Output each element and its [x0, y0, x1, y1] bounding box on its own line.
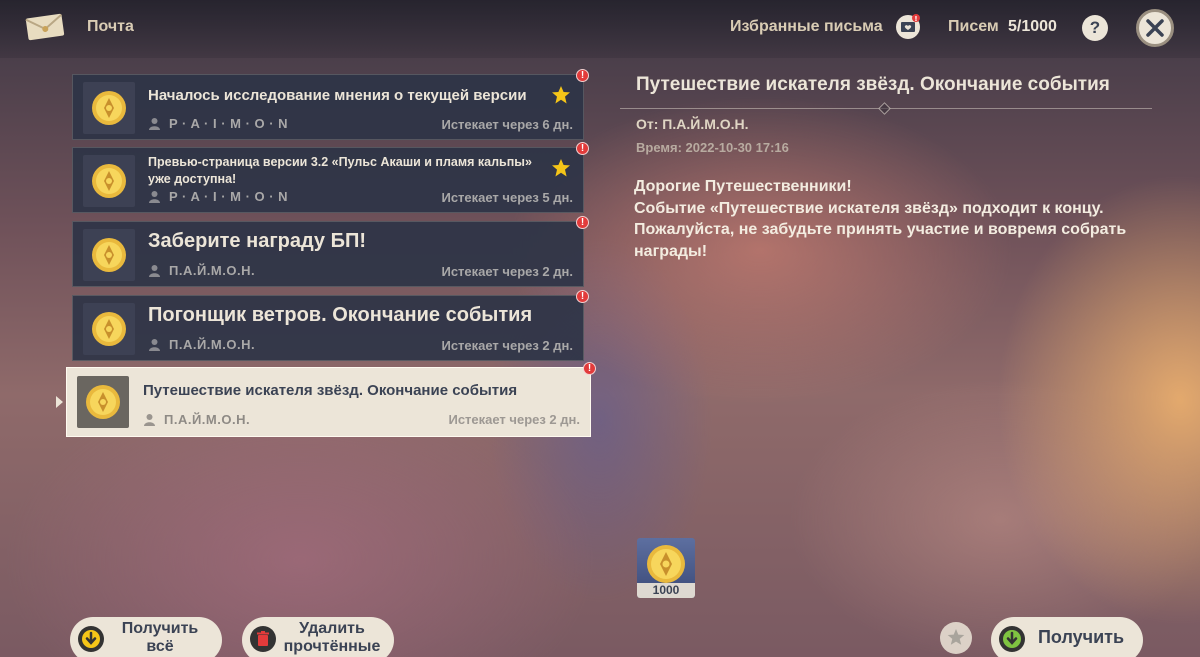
- download-icon: [78, 626, 104, 652]
- mail-sender: P · A · I · M · O · N: [148, 189, 288, 204]
- mail-expiry: Истекает через 5 дн.: [441, 190, 573, 205]
- mail-thumbnail: [77, 376, 129, 428]
- mail-expiry: Истекает через 6 дн.: [441, 117, 573, 132]
- unread-badge: !: [576, 290, 589, 303]
- mail-subject: Превью-страница версии 3.2 «Пульс Акаши …: [148, 155, 532, 186]
- mail-thumbnail: [83, 303, 135, 355]
- envelope-icon: [25, 13, 65, 41]
- star-icon[interactable]: [551, 158, 571, 178]
- claim-all-button[interactable]: Получить всё: [70, 617, 222, 657]
- star-icon[interactable]: [551, 85, 571, 105]
- person-icon: [144, 414, 155, 426]
- mail-item[interactable]: Началось исследование мнения о текущей в…: [72, 69, 589, 140]
- mail-body-text: Событие «Путешествие искателя звёзд» под…: [634, 199, 1127, 260]
- close-icon: [1146, 19, 1164, 37]
- mail-detail-time: Время: 2022-10-30 17:16: [636, 140, 789, 155]
- mail-expiry: Истекает через 2 дн.: [441, 338, 573, 353]
- favorites-button[interactable]: !: [895, 14, 921, 40]
- mail-sender: П.А.Й.М.О.Н.: [148, 263, 255, 278]
- mora-coin-icon: [92, 312, 126, 346]
- unread-badge: !: [583, 362, 596, 375]
- mail-sender-name: П.А.Й.М.О.Н.: [164, 412, 251, 427]
- person-icon: [149, 339, 160, 351]
- mail-detail-from: От: П.А.Й.М.О.Н.: [636, 116, 749, 132]
- mora-coin-icon: [86, 385, 120, 419]
- delete-read-label: Удалить прочтённые: [283, 620, 381, 655]
- favorite-toggle-button[interactable]: [940, 622, 972, 654]
- mora-coin-icon: [647, 545, 685, 583]
- mail-item[interactable]: Заберите награду БП! П.А.Й.М.О.Н. Истека…: [72, 216, 589, 287]
- mail-thumbnail: [83, 155, 135, 207]
- unread-badge: !: [576, 69, 589, 82]
- mail-subject: Началось исследование мнения о текущей в…: [148, 87, 527, 104]
- mail-detail-body: Дорогие Путешественники! Событие «Путеше…: [634, 176, 1134, 262]
- mail-sender: P · A · I · M · O · N: [148, 116, 288, 131]
- mora-coin-icon: [92, 164, 126, 198]
- mail-count-label: Писем: [948, 18, 999, 35]
- help-button[interactable]: ?: [1082, 15, 1108, 41]
- favorites-label[interactable]: Избранные письма: [730, 18, 883, 36]
- attachment-count: 1000: [637, 583, 695, 598]
- person-icon: [149, 265, 160, 277]
- heart-envelope-icon: !: [896, 14, 920, 39]
- mail-expiry: Истекает через 2 дн.: [448, 412, 580, 427]
- mail-detail-title: Путешествие искателя звёзд. Окончание со…: [636, 74, 1110, 95]
- download-icon: [999, 626, 1025, 652]
- mail-sender-name: P · A · I · M · O · N: [169, 189, 289, 204]
- mail-count-value: 5/1000: [1008, 18, 1057, 35]
- unread-badge: !: [576, 216, 589, 229]
- mail-subject: Путешествие искателя звёзд. Окончание со…: [143, 382, 518, 399]
- mail-sender-name: П.А.Й.М.О.Н.: [169, 337, 256, 352]
- person-icon: [149, 191, 160, 203]
- mail-sender: П.А.Й.М.О.Н.: [143, 412, 250, 427]
- mail-sender: П.А.Й.М.О.Н.: [148, 337, 255, 352]
- claim-label: Получить: [1037, 627, 1125, 647]
- selection-arrow-icon: [56, 396, 63, 408]
- attachment-item[interactable]: 1000: [637, 538, 695, 598]
- mail-thumbnail: [83, 229, 135, 281]
- mail-body-greeting: Дорогие Путешественники!: [634, 178, 852, 195]
- mail-item[interactable]: Превью-страница версии 3.2 «Пульс Акаши …: [72, 142, 589, 213]
- mail-subject: Заберите награду БП!: [148, 230, 367, 252]
- trash-icon: [250, 626, 276, 652]
- delete-read-button[interactable]: Удалить прочтённые: [242, 617, 394, 657]
- mail-thumbnail: [83, 82, 135, 134]
- svg-text:!: !: [914, 15, 917, 23]
- mora-coin-icon: [92, 91, 126, 125]
- mail-subject: Погонщик ветров. Окончание события: [148, 304, 533, 326]
- mail-sender-name: P · A · I · M · O · N: [169, 116, 289, 131]
- mail-expiry: Истекает через 2 дн.: [441, 264, 573, 279]
- unread-badge: !: [576, 142, 589, 155]
- mail-sender-name: П.А.Й.М.О.Н.: [169, 263, 256, 278]
- claim-all-label: Получить всё: [121, 620, 199, 655]
- divider-ornament: [878, 102, 891, 115]
- person-icon: [149, 118, 160, 130]
- mail-item[interactable]: Погонщик ветров. Окончание события П.А.Й…: [72, 290, 589, 361]
- mora-coin-icon: [92, 238, 126, 272]
- star-icon: [947, 629, 965, 645]
- page-title: Почта: [87, 18, 134, 35]
- mail-item-selected[interactable]: Путешествие искателя звёзд. Окончание со…: [66, 362, 596, 437]
- claim-button[interactable]: Получить: [991, 617, 1143, 657]
- close-button[interactable]: [1136, 9, 1174, 47]
